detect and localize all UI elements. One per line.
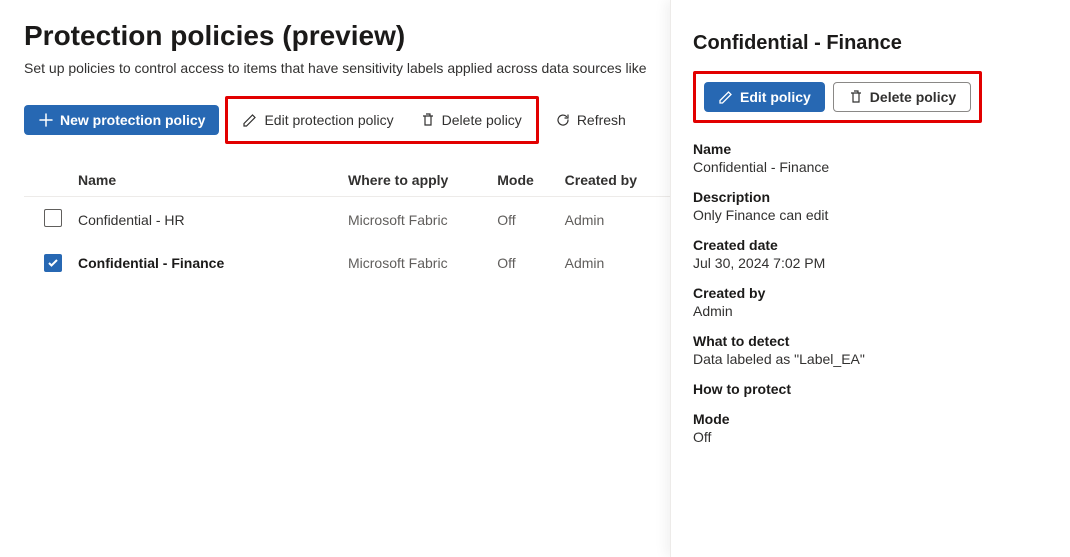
detail-created-date: Created date Jul 30, 2024 7:02 PM <box>693 237 1048 271</box>
created-by-cell: Admin <box>557 197 670 243</box>
mode-cell: Off <box>489 197 556 243</box>
row-checkbox[interactable] <box>44 254 62 272</box>
detail-how-to-protect: How to protect <box>693 381 1048 397</box>
detail-value: Admin <box>693 303 1048 319</box>
detail-name: Name Confidential - Finance <box>693 141 1048 175</box>
details-panel: Confidential - Finance Edit policy Delet… <box>670 0 1070 557</box>
panel-title: Confidential - Finance <box>693 32 1048 55</box>
page-subtitle: Set up policies to control access to ite… <box>24 60 670 76</box>
new-policy-button[interactable]: New protection policy <box>24 105 219 135</box>
trash-icon <box>848 89 864 105</box>
detail-what-to-detect: What to detect Data labeled as "Label_EA… <box>693 333 1048 367</box>
refresh-button[interactable]: Refresh <box>545 105 636 135</box>
col-where-header[interactable]: Where to apply <box>340 162 489 197</box>
panel-delete-button[interactable]: Delete policy <box>833 82 971 112</box>
delete-policy-button[interactable]: Delete policy <box>410 105 532 135</box>
policy-table: Name Where to apply Mode Created by Conf… <box>24 162 670 284</box>
col-check-header <box>24 162 70 197</box>
plus-icon <box>38 112 54 128</box>
table-row[interactable]: Confidential - Finance Microsoft Fabric … <box>24 242 670 284</box>
refresh-label: Refresh <box>577 112 626 128</box>
detail-value: Jul 30, 2024 7:02 PM <box>693 255 1048 271</box>
detail-description: Description Only Finance can edit <box>693 189 1048 223</box>
detail-value: Data labeled as "Label_EA" <box>693 351 1048 367</box>
trash-icon <box>420 112 436 128</box>
policy-name-cell: Confidential - HR <box>78 212 185 228</box>
detail-label: Mode <box>693 411 1048 427</box>
where-cell: Microsoft Fabric <box>340 242 489 284</box>
detail-label: How to protect <box>693 381 1048 397</box>
detail-value: Off <box>693 429 1048 445</box>
edit-policy-button[interactable]: Edit protection policy <box>232 105 403 135</box>
main-content: Protection policies (preview) Set up pol… <box>0 0 670 557</box>
col-created-by-header[interactable]: Created by <box>557 162 670 197</box>
panel-edit-button[interactable]: Edit policy <box>704 82 825 112</box>
page-title: Protection policies (preview) <box>24 20 670 52</box>
col-mode-header[interactable]: Mode <box>489 162 556 197</box>
detail-created-by: Created by Admin <box>693 285 1048 319</box>
detail-label: Name <box>693 141 1048 157</box>
detail-value: Confidential - Finance <box>693 159 1048 175</box>
panel-delete-label: Delete policy <box>870 89 956 105</box>
detail-value: Only Finance can edit <box>693 207 1048 223</box>
mode-cell: Off <box>489 242 556 284</box>
detail-label: Created by <box>693 285 1048 301</box>
table-row[interactable]: Confidential - HR Microsoft Fabric Off A… <box>24 197 670 243</box>
detail-label: Description <box>693 189 1048 205</box>
policy-name-cell: Confidential - Finance <box>78 255 224 271</box>
detail-mode: Mode Off <box>693 411 1048 445</box>
row-checkbox[interactable] <box>44 209 62 227</box>
detail-label: Created date <box>693 237 1048 253</box>
edit-policy-label: Edit protection policy <box>264 112 393 128</box>
detail-label: What to detect <box>693 333 1048 349</box>
pencil-icon <box>718 89 734 105</box>
where-cell: Microsoft Fabric <box>340 197 489 243</box>
toolbar: New protection policy Edit protection po… <box>24 96 670 144</box>
created-by-cell: Admin <box>557 242 670 284</box>
col-name-header[interactable]: Name <box>70 162 340 197</box>
delete-policy-label: Delete policy <box>442 112 522 128</box>
new-policy-label: New protection policy <box>60 112 205 128</box>
panel-edit-label: Edit policy <box>740 89 811 105</box>
toolbar-highlight: Edit protection policy Delete policy <box>225 96 538 144</box>
refresh-icon <box>555 112 571 128</box>
panel-actions-highlight: Edit policy Delete policy <box>693 71 982 123</box>
pencil-icon <box>242 112 258 128</box>
